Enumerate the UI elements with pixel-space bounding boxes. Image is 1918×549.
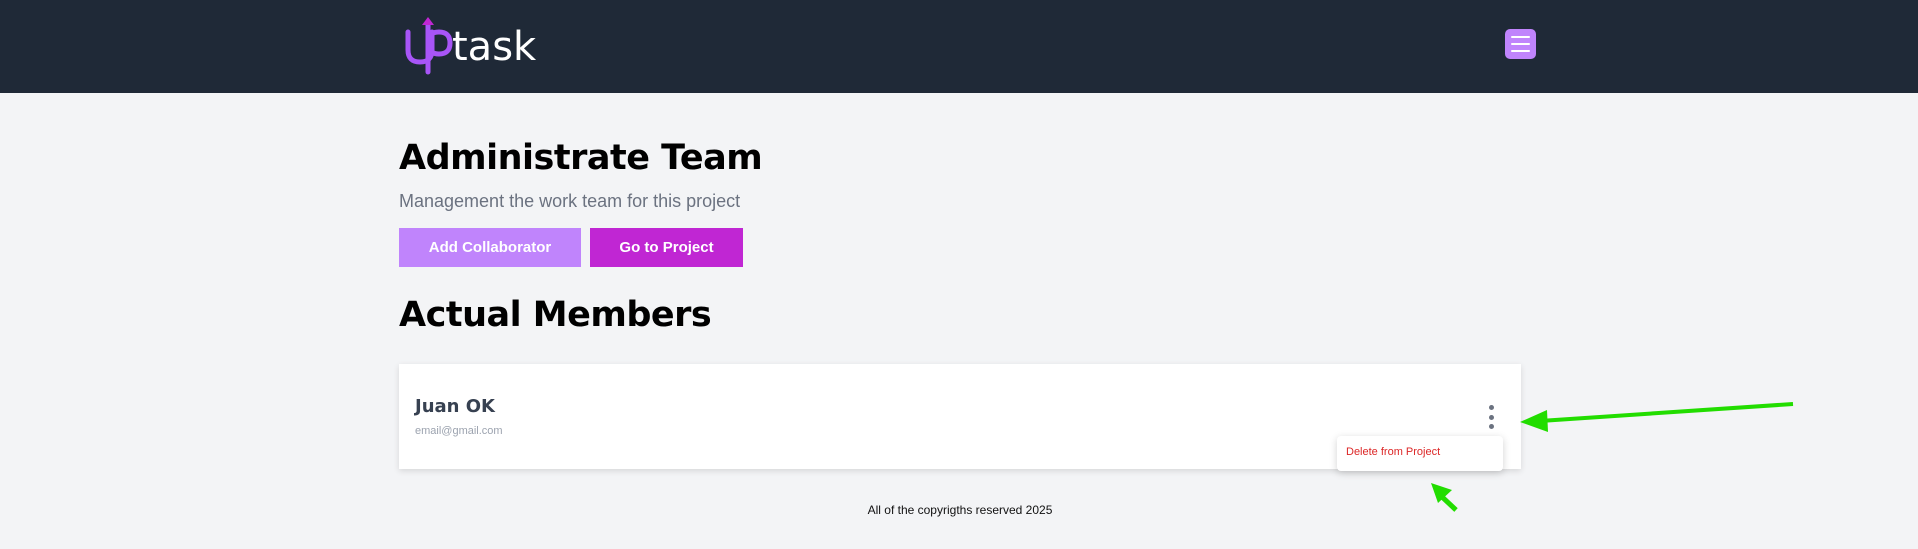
delete-from-project-item[interactable]: Delete from Project	[1346, 446, 1440, 458]
page-subtitle: Management the work team for this projec…	[399, 191, 741, 211]
hamburger-menu-button[interactable]	[1505, 29, 1536, 59]
kebab-menu-icon[interactable]	[1484, 405, 1498, 429]
annotation-arrow-right	[1520, 402, 1794, 432]
go-to-project-button[interactable]: Go to Project	[590, 228, 743, 267]
members-section-title: Actual Members	[399, 295, 712, 335]
add-collaborator-button[interactable]: Add Collaborator	[399, 228, 581, 267]
footer-copyright: All of the copyrigths reserved 2025	[867, 503, 1053, 517]
member-name: Juan OK	[415, 396, 495, 417]
top-navbar: task	[0, 0, 1918, 93]
svg-text:task: task	[452, 24, 537, 70]
hamburger-icon	[1511, 36, 1530, 38]
member-email: email@gmail.com	[415, 425, 503, 437]
page-title: Administrate Team	[399, 138, 763, 178]
member-options-dropdown: Delete from Project	[1337, 436, 1503, 471]
uptask-logo[interactable]: task	[404, 16, 564, 76]
